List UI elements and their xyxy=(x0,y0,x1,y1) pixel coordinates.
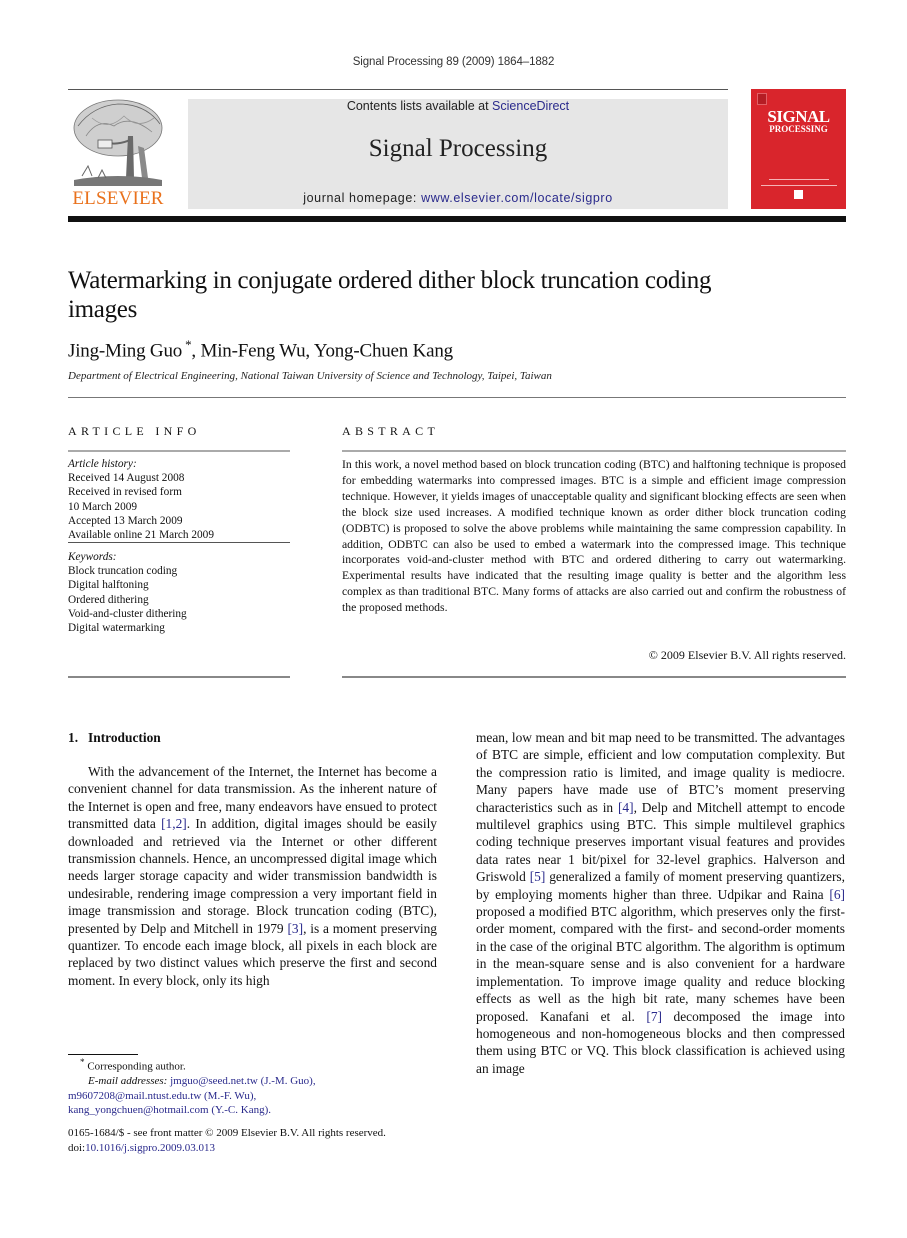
author-list: Jing-Ming Guo *, Min-Feng Wu, Yong-Chuen… xyxy=(68,337,453,362)
history-item: Received in revised form xyxy=(68,486,182,499)
journal-banner: Contents lists available at ScienceDirec… xyxy=(188,99,728,209)
running-head: Signal Processing 89 (2009) 1864–1882 xyxy=(352,56,555,68)
keyword: Digital halftoning xyxy=(68,579,149,592)
front-matter-line: 0165-1684/$ - see front matter © 2009 El… xyxy=(68,1127,386,1139)
footnotes: * Corresponding author. E-mail addresses… xyxy=(68,1055,448,1118)
affiliation: Department of Electrical Engineering, Na… xyxy=(68,370,552,382)
divider xyxy=(68,542,290,543)
corresponding-author-note: * Corresponding author. xyxy=(68,1055,448,1074)
text-run: proposed a modified BTC algorithm, which… xyxy=(476,904,845,1024)
section-heading: 1. Introduction xyxy=(68,730,161,746)
section-number: 1. xyxy=(68,730,79,745)
doi-line: doi:10.1016/j.sigpro.2009.03.013 xyxy=(68,1141,448,1156)
cover-publisher-mark-icon xyxy=(757,93,767,105)
citation-link[interactable]: [1,2] xyxy=(161,816,187,831)
email-owner: (J.-M. Guo), xyxy=(260,1075,316,1088)
body-paragraph-left: With the advancement of the Internet, th… xyxy=(68,763,437,989)
cover-divider xyxy=(761,185,837,186)
doi-link[interactable]: 10.1016/j.sigpro.2009.03.013 xyxy=(85,1142,215,1154)
email-owner: (Y.-C. Kang). xyxy=(211,1104,272,1117)
history-item: Received 14 August 2008 xyxy=(68,472,185,485)
abstract-heading: ABSTRACT xyxy=(342,424,440,438)
keywords-label: Keywords: xyxy=(68,551,117,563)
citation-link[interactable]: [3] xyxy=(287,921,303,936)
email-line: kang_yongchuen@hotmail.com (Y.-C. Kang). xyxy=(68,1103,448,1118)
keyword: Void-and-cluster dithering xyxy=(68,607,187,620)
journal-cover-thumbnail[interactable]: SIGNAL PROCESSING xyxy=(751,89,846,209)
keyword: Block truncation coding xyxy=(68,565,178,578)
history-item: Accepted 13 March 2009 xyxy=(68,514,183,527)
email-owner: (M.-F. Wu), xyxy=(204,1089,257,1102)
text-run: . In addition, digital images should be … xyxy=(68,816,437,936)
journal-title: Signal Processing xyxy=(368,135,548,162)
author-name[interactable]: Jing-Ming Guo xyxy=(68,340,182,361)
keyword: Ordered dithering xyxy=(68,593,149,606)
footnote-text: Corresponding author. xyxy=(87,1060,186,1073)
email-link[interactable]: jmguo@seed.net.tw xyxy=(170,1075,258,1087)
cover-title-processing: PROCESSING xyxy=(769,124,828,134)
homepage-line: journal homepage: www.elsevier.com/locat… xyxy=(188,191,728,205)
cover-divider xyxy=(769,179,829,180)
doi-prefix: doi: xyxy=(68,1141,86,1154)
citation-link[interactable]: [6] xyxy=(829,887,845,902)
journal-homepage-link[interactable]: www.elsevier.com/locate/sigpro xyxy=(421,191,613,205)
email-link[interactable]: m9607208@mail.ntust.edu.tw xyxy=(68,1090,201,1102)
abstract-text: In this work, a novel method based on bl… xyxy=(342,458,846,615)
author-name[interactable]: Yong-Chuen Kang xyxy=(314,340,453,361)
homepage-prefix: journal homepage: xyxy=(303,191,422,205)
front-matter: 0165-1684/$ - see front matter © 2009 El… xyxy=(68,1126,448,1155)
citation-link[interactable]: [5] xyxy=(530,869,546,884)
cover-logo-icon xyxy=(794,190,803,199)
body-paragraph-right: mean, low mean and bit map need to be tr… xyxy=(476,729,845,1077)
article-title: Watermarking in conjugate ordered dither… xyxy=(68,267,712,323)
author-name[interactable]: Min-Feng Wu xyxy=(201,340,306,361)
email-label: E-mail addresses: xyxy=(88,1075,168,1088)
email-link[interactable]: kang_yongchuen@hotmail.com xyxy=(68,1104,209,1116)
divider xyxy=(68,450,290,452)
history-label: Article history: xyxy=(68,458,137,470)
article-info-heading: ARTICLE INFO xyxy=(68,424,201,438)
email-line: E-mail addresses: jmguo@seed.net.tw (J.-… xyxy=(68,1074,448,1089)
elsevier-wordmark: ELSEVIER xyxy=(72,188,164,209)
keywords: Keywords: Block truncation coding Digita… xyxy=(68,550,290,635)
section-title: Introduction xyxy=(88,730,161,745)
masthead-rule xyxy=(68,216,846,222)
footnote-mark: * xyxy=(80,1057,85,1067)
citation-link[interactable]: [7] xyxy=(646,1009,662,1024)
sciencedirect-link[interactable]: ScienceDirect xyxy=(492,99,569,113)
article-history: Article history: Received 14 August 2008… xyxy=(68,457,290,542)
history-item: 10 March 2009 xyxy=(68,500,138,513)
keyword: Digital watermarking xyxy=(68,622,165,635)
citation-link[interactable]: [4] xyxy=(618,800,634,815)
email-line: m9607208@mail.ntust.edu.tw (M.-F. Wu), xyxy=(68,1089,448,1104)
abstract-copyright: © 2009 Elsevier B.V. All rights reserved… xyxy=(648,648,846,662)
header-rule xyxy=(68,89,728,90)
contents-prefix: Contents lists available at xyxy=(346,99,493,113)
elsevier-tree-icon xyxy=(73,99,163,186)
divider xyxy=(342,676,846,678)
divider xyxy=(68,676,290,678)
history-item: Available online 21 March 2009 xyxy=(68,529,214,542)
contents-line: Contents lists available at ScienceDirec… xyxy=(188,99,728,113)
divider xyxy=(68,397,846,398)
corresponding-author-mark[interactable]: * xyxy=(185,337,192,352)
divider xyxy=(342,450,846,452)
elsevier-logo[interactable]: ELSEVIER xyxy=(68,96,168,210)
